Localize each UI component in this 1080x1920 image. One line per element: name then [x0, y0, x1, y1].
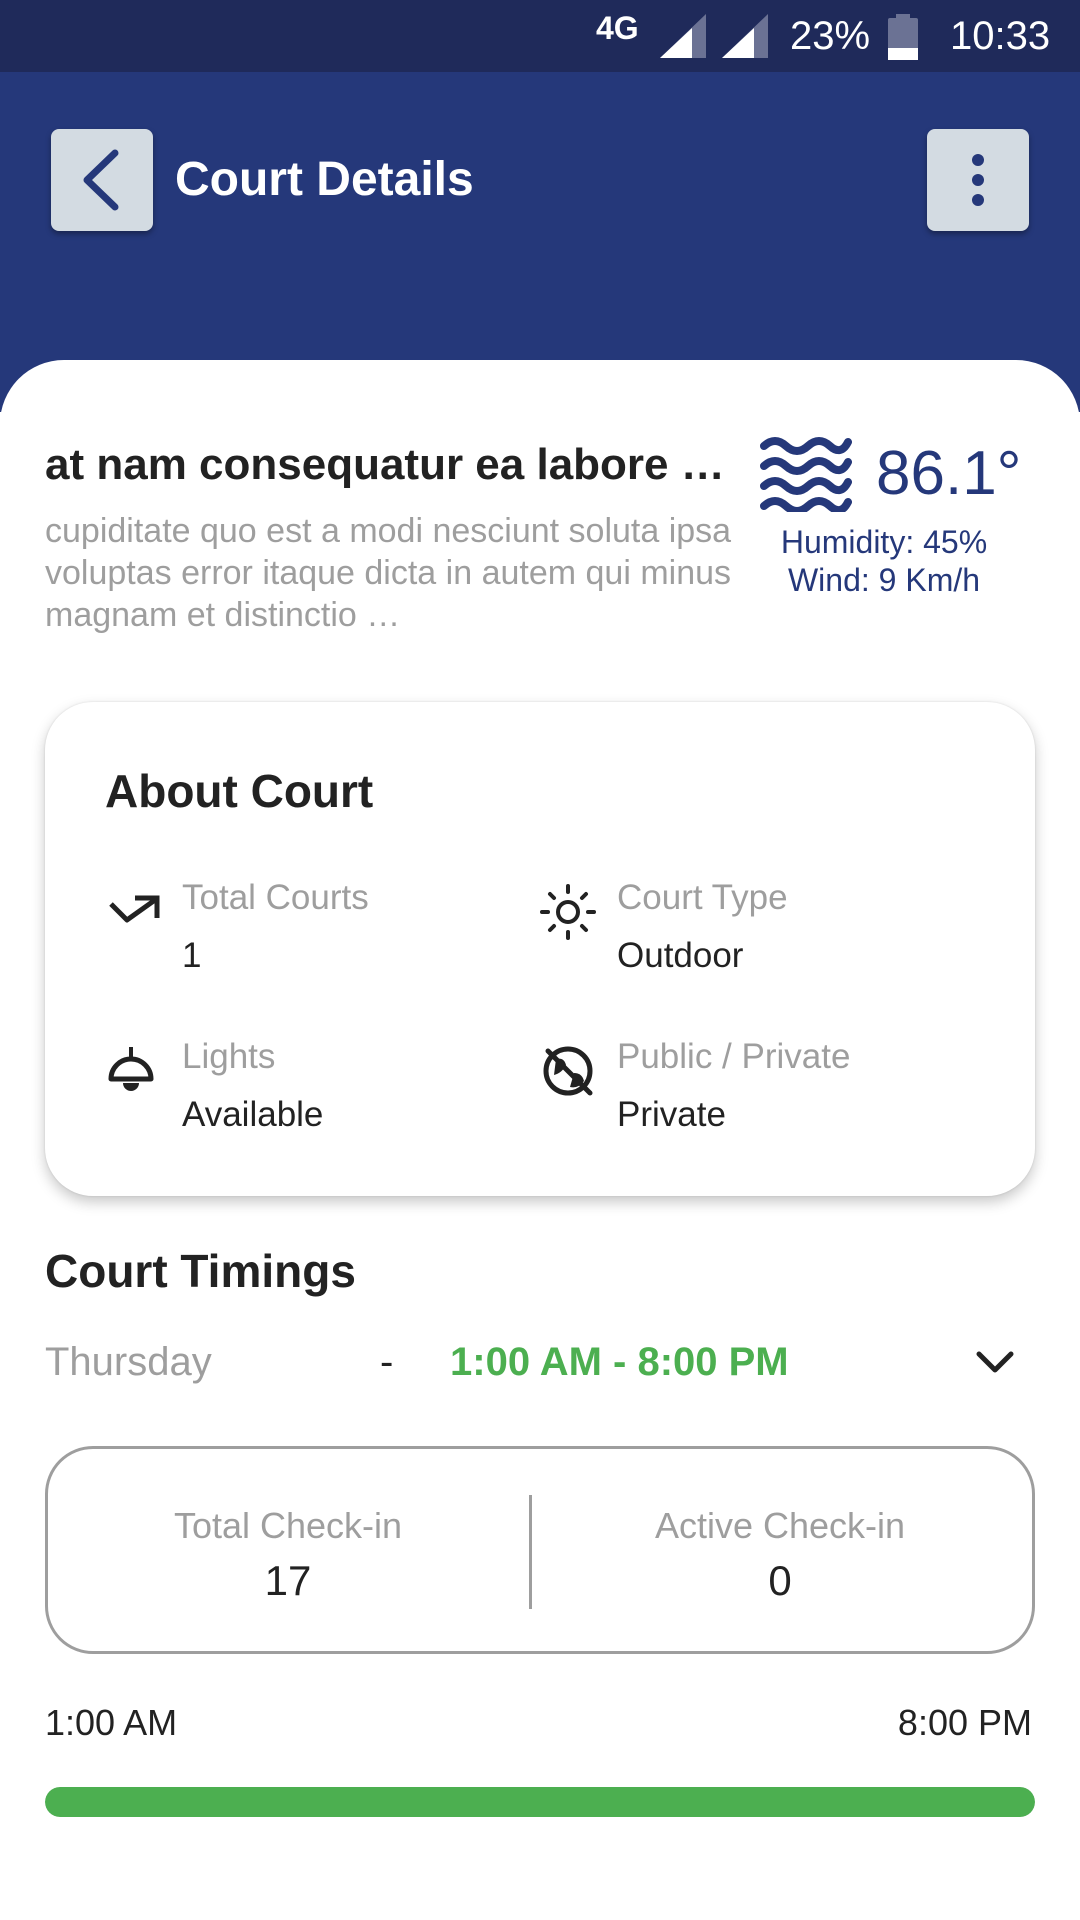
battery-percent: 23%: [790, 14, 871, 58]
court-description: cupiditate quo est a modi nesciunt solut…: [45, 512, 732, 634]
signal-icon-2: [722, 14, 768, 58]
info-label: Lights: [182, 1037, 276, 1076]
total-checkin-value: 17: [264, 1557, 312, 1604]
divider: [529, 1495, 532, 1609]
clock: 10:33: [950, 14, 1051, 58]
page-title: Court Details: [175, 153, 474, 206]
more-options-button[interactable]: [927, 129, 1029, 231]
start-time: 1:00 AM: [45, 1702, 178, 1743]
active-checkin-label: Active Check-in: [654, 1505, 906, 1546]
more-vert-icon: [972, 154, 984, 206]
timing-separator: -: [380, 1340, 394, 1384]
info-label: Court Type: [617, 878, 788, 917]
active-checkin-value: 0: [768, 1557, 792, 1604]
status-bar: 4G 23% 10:33: [0, 0, 1080, 72]
chevron-left-icon: [83, 149, 119, 211]
info-label: Total Courts: [182, 878, 369, 917]
waves-icon: [760, 437, 852, 512]
time-progress-bar: [45, 1787, 1035, 1817]
progress-fill: [45, 1787, 1035, 1817]
ceiling-light-icon: [108, 1047, 154, 1091]
total-checkin-label: Total Check-in: [173, 1505, 403, 1546]
temperature: 86.1°: [876, 439, 1022, 508]
about-title: About Court: [105, 765, 374, 817]
total-checkin: Total Check-in 17: [48, 1449, 528, 1651]
timing-hours: 1:00 AM - 8:00 PM: [450, 1340, 789, 1384]
info-value: 1: [182, 936, 202, 975]
network-type: 4G: [596, 10, 639, 46]
info-value: Outdoor: [617, 936, 744, 975]
signal-icon: [660, 14, 706, 58]
court-timings-title: Court Timings: [45, 1245, 356, 1297]
trend-arrow-icon: [109, 895, 160, 923]
wind-speed: Wind: 9 Km/h: [787, 562, 981, 598]
about-court-card: About Court Total Courts 1 Court Type Ou…: [45, 702, 1035, 1196]
court-name: at nam consequatur ea labore …: [45, 440, 725, 489]
humidity: Humidity: 45%: [780, 524, 988, 560]
chevron-down-icon[interactable]: [974, 1346, 1016, 1376]
timing-day: Thursday: [45, 1340, 212, 1384]
battery-icon: [888, 14, 918, 60]
info-value: Available: [182, 1095, 324, 1134]
info-value: Private: [617, 1095, 726, 1134]
checkin-stats: Total Check-in 17 Active Check-in 0: [45, 1446, 1035, 1654]
active-checkin: Active Check-in 0: [540, 1449, 1020, 1651]
public-off-icon: [543, 1046, 593, 1096]
info-label: Public / Private: [617, 1037, 851, 1076]
end-time: 8:00 PM: [897, 1702, 1032, 1743]
back-button[interactable]: [51, 129, 153, 231]
sun-icon: [540, 884, 596, 940]
